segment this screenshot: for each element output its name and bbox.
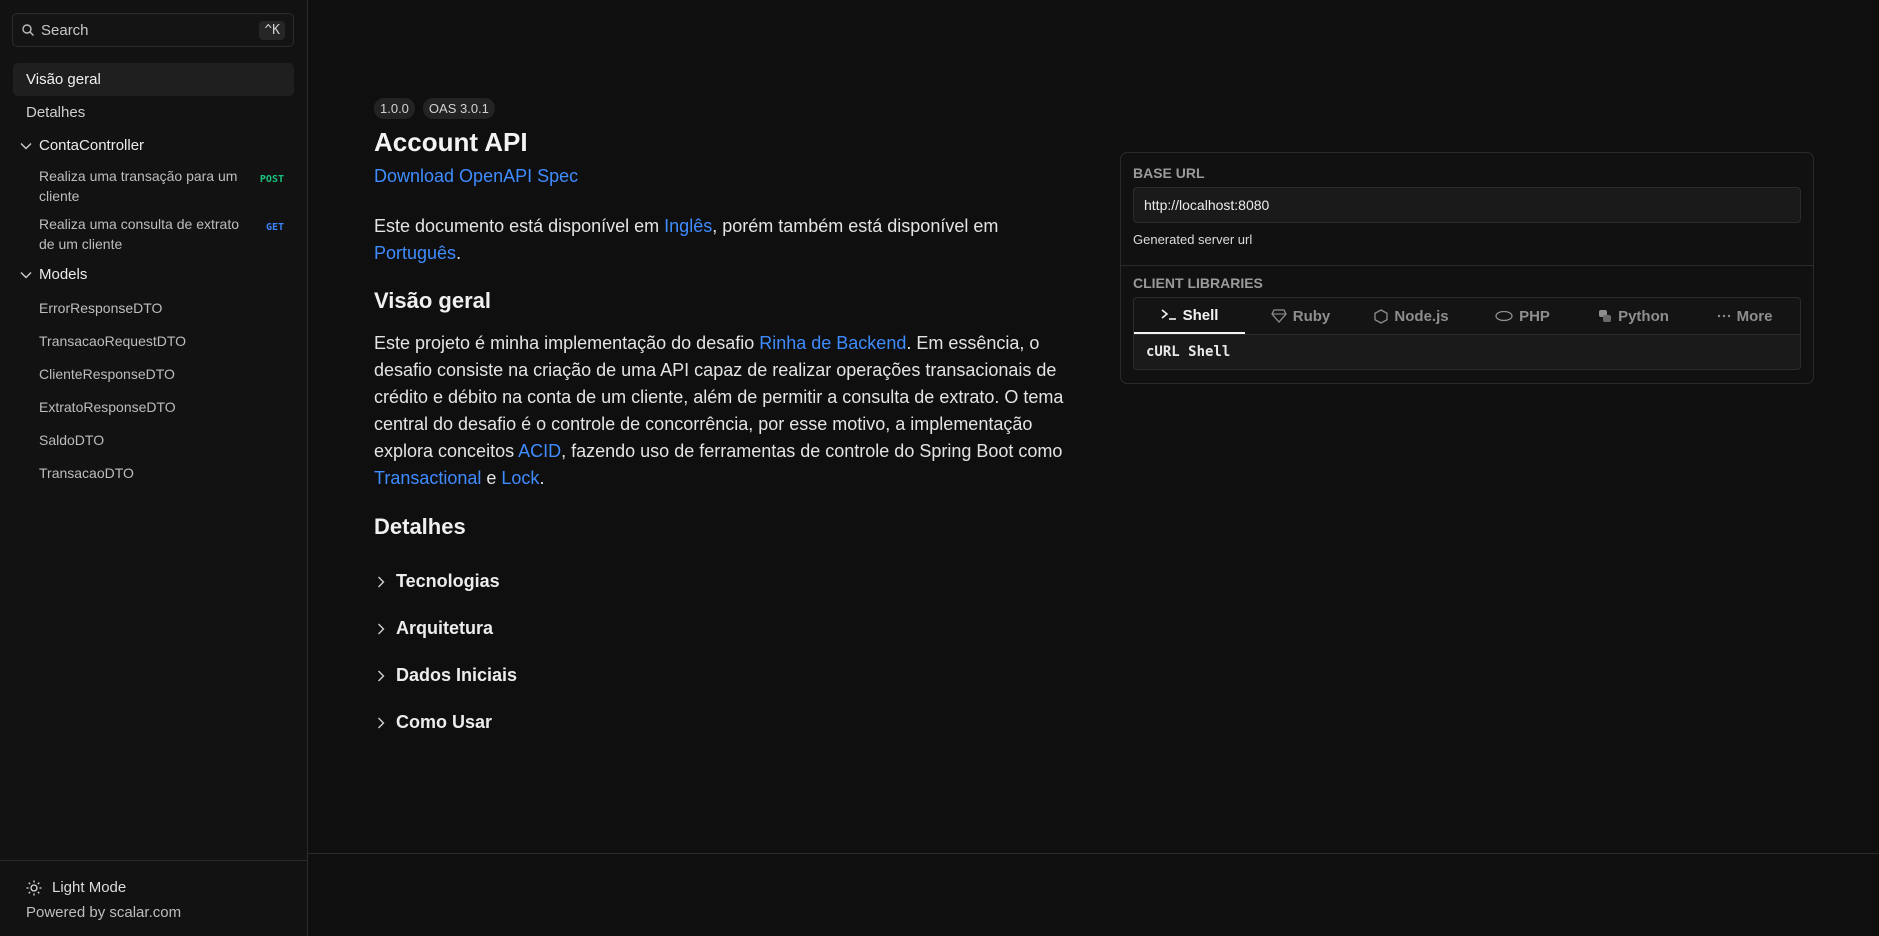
sidebar-nav: Visão geral Detalhes ContaController Rea… [13,63,294,489]
details-heading: Detalhes [374,514,466,539]
sidebar-item-model[interactable]: ExtratoResponseDTO [13,390,294,423]
base-url-section: BASE URL http://localhost:8080 Generated… [1133,165,1801,247]
search-icon [22,24,34,36]
operation-label: Realiza uma transação para um cliente [39,168,238,204]
main-footer-divider [308,853,1879,854]
sidebar-item-model[interactable]: SaldoDTO [13,423,294,456]
ruby-icon [1270,309,1287,323]
collapsible-arquitetura[interactable]: Arquitetura [374,605,1064,652]
overview-text: e [481,468,502,488]
english-link[interactable]: Inglês [664,216,712,236]
sidebar-item-get-extrato[interactable]: Realiza uma consulta de extrato de um cl… [13,210,294,258]
nodejs-icon [1374,308,1389,324]
panel-divider [1121,265,1813,266]
overview-text: Este projeto é minha implementação do de… [374,333,760,353]
collapsible-dados-iniciais[interactable]: Dados Iniciais [374,652,1064,699]
main-content: 1.0.0 OAS 3.0.1 Account API Download Ope… [308,0,1879,936]
search-input[interactable]: Search ^K [12,13,294,47]
version-badge: 1.0.0 [374,98,415,119]
sidebar-item-model[interactable]: ErrorResponseDTO [13,291,294,324]
intro-text: Este documento está disponível em [374,216,665,236]
sidebar-item-model[interactable]: ClienteResponseDTO [13,357,294,390]
tab-python[interactable]: Python [1578,298,1689,334]
light-mode-toggle[interactable]: Light Mode [26,879,282,896]
powered-by-link[interactable]: Powered by scalar.com [26,904,282,921]
overview-text: . [539,468,545,488]
base-url-input[interactable]: http://localhost:8080 [1133,187,1801,223]
tab-label: Shell [1182,306,1219,324]
chevron-right-icon [378,717,385,728]
sidebar: Search ^K Visão geral Detalhes ContaCont… [0,0,308,936]
collapsible-label: Tecnologias [396,571,500,591]
sidebar-item-overview[interactable]: Visão geral [13,63,294,96]
intro-text: . [456,243,462,263]
overview-text: , fazendo uso de ferramentas de controle… [561,441,1063,461]
lock-link[interactable]: Lock [501,468,539,488]
sidebar-item-details[interactable]: Detalhes [13,96,294,129]
acid-link[interactable]: ACID [518,441,561,461]
tab-shell[interactable]: Shell [1134,298,1245,334]
search-shortcut: ^K [259,20,285,40]
oas-badge: OAS 3.0.1 [422,98,495,119]
more-icon [1717,314,1730,318]
sidebar-item-model[interactable]: TransacaoRequestDTO [13,324,294,357]
sidebar-group-models[interactable]: Models [13,258,294,291]
chevron-right-icon [378,670,385,681]
terminal-icon [1161,309,1176,320]
intro-paragraph: Este documento está disponível em Inglês… [374,213,1064,267]
tab-nodejs[interactable]: Node.js [1356,298,1467,334]
chevron-down-icon [20,271,32,278]
python-icon [1599,310,1612,322]
collapsible-label: Dados Iniciais [396,665,518,685]
search-placeholder: Search [41,21,89,39]
transactional-link[interactable]: Transactional [374,468,481,488]
chevron-right-icon [378,623,385,634]
sidebar-footer: Light Mode Powered by scalar.com [0,860,308,936]
base-url-description: Generated server url [1133,232,1253,247]
client-libraries-label: CLIENT LIBRARIES [1133,275,1263,291]
sidebar-item-model[interactable]: TransacaoDTO [13,456,294,489]
overview-heading: Visão geral [374,288,491,313]
overview-paragraph: Este projeto é minha implementação do de… [374,330,1064,492]
method-badge-get: GET [265,222,284,233]
portuguese-link[interactable]: Português [374,243,456,263]
collapsible-label: Como Usar [396,712,493,732]
base-url-label: BASE URL [1133,165,1205,181]
method-badge-post: POST [259,174,284,185]
rinha-link[interactable]: Rinha de Backend [759,333,906,353]
tab-label: Node.js [1394,307,1449,325]
tab-label: Ruby [1292,307,1331,325]
tab-label: More [1736,307,1773,325]
version-badges: 1.0.0 OAS 3.0.1 [374,98,1064,119]
details-list: Tecnologias Arquitetura Dados Iniciais C… [374,558,1064,746]
group-label: Models [39,266,88,283]
php-icon [1495,310,1513,322]
operation-label: Realiza uma consulta de extrato de um cl… [39,216,239,252]
intro-text: , porém também está disponível em [712,216,999,236]
client-libraries-section: CLIENT LIBRARIES Shell Ruby Node.js PHP [1133,275,1801,370]
tab-php[interactable]: PHP [1467,298,1578,334]
download-spec-link[interactable]: Download OpenAPI Spec [374,166,1064,187]
tab-more[interactable]: More [1689,298,1800,334]
code-snippet[interactable]: cURL Shell [1133,334,1801,370]
collapsible-tecnologias[interactable]: Tecnologias [374,558,1064,605]
tab-label: PHP [1519,307,1550,325]
group-label: ContaController [39,137,145,154]
chevron-down-icon [20,142,32,149]
sun-icon [26,880,42,895]
tab-ruby[interactable]: Ruby [1245,298,1356,334]
request-panel: BASE URL http://localhost:8080 Generated… [1120,152,1814,384]
page-title: Account API [374,127,528,157]
light-mode-label: Light Mode [52,879,127,896]
collapsible-como-usar[interactable]: Como Usar [374,699,1064,746]
collapsible-label: Arquitetura [396,618,494,638]
sidebar-item-post-transacao[interactable]: Realiza uma transação para um cliente PO… [13,162,294,210]
tab-label: Python [1618,307,1669,325]
intro-section: 1.0.0 OAS 3.0.1 Account API Download Ope… [374,98,1064,746]
chevron-right-icon [378,576,385,587]
sidebar-group-contacontroller[interactable]: ContaController [13,129,294,162]
client-tabs: Shell Ruby Node.js PHP Python More [1133,297,1801,334]
